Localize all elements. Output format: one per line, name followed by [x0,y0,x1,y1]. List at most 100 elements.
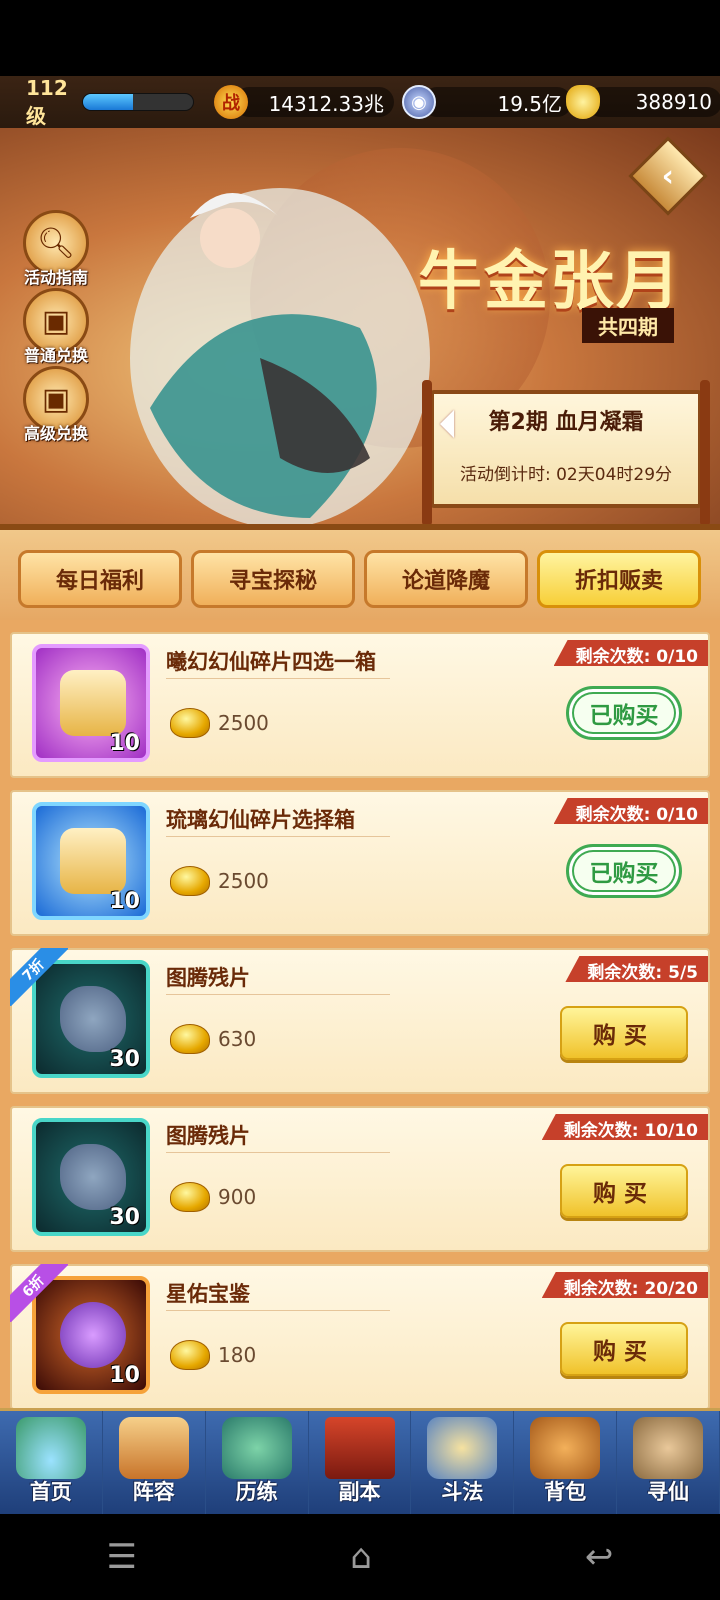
price-value: 2500 [218,869,269,893]
item-thumbnail[interactable]: 30 [32,1118,150,1236]
side-btn-advanced-exchange[interactable]: ▣ 高级兑换 [18,366,94,444]
nav-home[interactable]: 首页 [0,1411,103,1514]
buy-button[interactable]: 购买 [560,1164,688,1218]
star-mirror-icon [60,1302,126,1368]
shop-item: 10 6折 星佑宝鉴 180 剩余次数: 20/20 购买 [10,1264,710,1408]
gate-icon [324,1417,395,1479]
nav-duel-label: 斗法 [441,1480,484,1504]
tab-treasure-hunt[interactable]: 寻宝探秘 [191,550,355,608]
tab-daily-welfare[interactable]: 每日福利 [18,550,182,608]
back-icon[interactable]: ↩ [585,1537,614,1577]
price-value: 630 [218,1027,257,1051]
scroll-rod-right [700,380,710,524]
home-icon[interactable]: ⌂ [350,1537,372,1577]
nav-training-label: 历练 [235,1480,278,1504]
divider [166,678,390,679]
power-value: 14312.33兆 [234,87,394,117]
divider [166,836,390,837]
gold-ingot-icon [170,1024,210,1054]
totem-fragment-icon [60,986,126,1052]
treasure-chest-icon [60,828,126,894]
side-btn-guide[interactable]: 🔍︎ 活动指南 [18,210,94,288]
period-title: 第2期 血月凝霜 [488,410,644,435]
power-icon: 战 [214,85,248,119]
divider [166,1152,390,1153]
pagoda-icon [427,1417,498,1479]
discount-ribbon: 6折 [10,1264,68,1322]
bag-icon [530,1417,601,1479]
item-price: 180 [170,1340,256,1370]
level-progress-bar [82,93,194,111]
side-btn-guide-label: 活动指南 [23,268,88,287]
nav-dungeon[interactable]: 副本 [309,1411,412,1514]
cards-icon [118,1417,189,1479]
nav-lineup[interactable]: 阵容 [103,1411,206,1514]
item-name: 图腾残片 [166,1124,250,1148]
shop-item: 30 7折 图腾残片 630 剩余次数: 5/5 购买 [10,948,710,1094]
back-arrow-icon: ‹ [661,158,675,194]
price-value: 2500 [218,711,269,735]
item-price: 900 [170,1182,256,1212]
side-btn-normal-exchange[interactable]: ▣ 普通兑换 [18,288,94,366]
item-quantity: 10 [109,889,140,914]
scroll-rod-left [422,380,432,524]
nav-seek-immortal[interactable]: 寻仙 [617,1411,720,1514]
nav-training[interactable]: 历练 [206,1411,309,1514]
gold-ingot-icon [566,85,600,119]
mountain-cloud-icon [15,1417,86,1479]
silver-display: ◉ 19.5亿 [402,84,572,120]
item-quantity: 10 [109,1363,140,1388]
silver-coin-icon: ◉ [402,85,436,119]
nav-seek-immortal-label: 寻仙 [647,1480,690,1504]
tab-discount-sale[interactable]: 折扣贩卖 [537,550,701,608]
item-name: 琉璃幻仙碎片选择箱 [166,808,355,832]
divider [166,1310,390,1311]
event-banner: 🔍︎ 活动指南 ▣ 普通兑换 ▣ 高级兑换 ‹ 牛金张月 共四期 第2期 血月凝… [0,128,720,524]
nav-bag-label: 背包 [544,1480,587,1504]
discount-ribbon: 7折 [10,948,68,1006]
item-price: 2500 [170,708,269,738]
shop-item: 10 曦幻幻仙碎片四选一箱 2500 剩余次数: 0/10 已购买 [10,632,710,778]
silver-value: 19.5亿 [422,87,572,117]
item-price: 630 [170,1024,256,1054]
hero-character-art [130,188,430,524]
tab-bar: 每日福利 寻宝探秘 论道降魔 折扣贩卖 [0,524,720,620]
period-scroll: 第2期 血月凝霜 活动倒计时: 02天04时29分 [422,380,710,524]
side-btn-normal-exchange-label: 普通兑换 [23,346,88,365]
item-quantity: 10 [109,731,140,756]
item-thumbnail[interactable]: 10 [32,644,150,762]
shop-item: 30 图腾残片 900 剩余次数: 10/10 购买 [10,1106,710,1252]
remaining-count-badge: 剩余次数: 10/10 [541,1114,708,1140]
event-countdown: 活动倒计时: 02天04时29分 [459,465,673,485]
purchased-button: 已购买 [566,686,682,740]
item-quantity: 30 [109,1047,140,1072]
remaining-count-badge: 剩余次数: 0/10 [553,640,708,666]
nav-home-label: 首页 [29,1480,72,1504]
item-name: 图腾残片 [166,966,250,990]
item-thumbnail[interactable]: 10 [32,802,150,920]
gold-ingot-icon [170,866,210,896]
remaining-count-badge: 剩余次数: 0/10 [553,798,708,824]
nav-bag[interactable]: 背包 [514,1411,618,1514]
event-subtitle: 共四期 [582,308,674,343]
tab-demon-slaying[interactable]: 论道降魔 [364,550,528,608]
gourd-icon [221,1417,292,1479]
gold-ingot-icon [170,1340,210,1370]
back-button[interactable]: ‹ [628,136,708,216]
bottom-nav: 首页 阵容 历练 副本 斗法 背包 寻仙 [0,1408,720,1514]
gold-ingot-icon [170,1182,210,1212]
item-price: 2500 [170,866,269,896]
power-display: 战 14312.33兆 [214,84,394,120]
purchased-button: 已购买 [566,844,682,898]
buy-button[interactable]: 购买 [560,1322,688,1376]
side-btn-advanced-exchange-label: 高级兑换 [23,424,88,443]
buy-button[interactable]: 购买 [560,1006,688,1060]
item-quantity: 30 [109,1205,140,1230]
treasure-chest-icon [60,670,126,736]
totem-fragment-icon [60,1144,126,1210]
top-black-area [0,0,720,76]
system-nav-bar: ☰ ⌂ ↩ [0,1514,720,1600]
nav-duel[interactable]: 斗法 [411,1411,515,1514]
shop-item-list[interactable]: 10 曦幻幻仙碎片四选一箱 2500 剩余次数: 0/10 已购买 10 琉璃幻… [0,620,720,1408]
menu-icon[interactable]: ☰ [107,1537,137,1577]
